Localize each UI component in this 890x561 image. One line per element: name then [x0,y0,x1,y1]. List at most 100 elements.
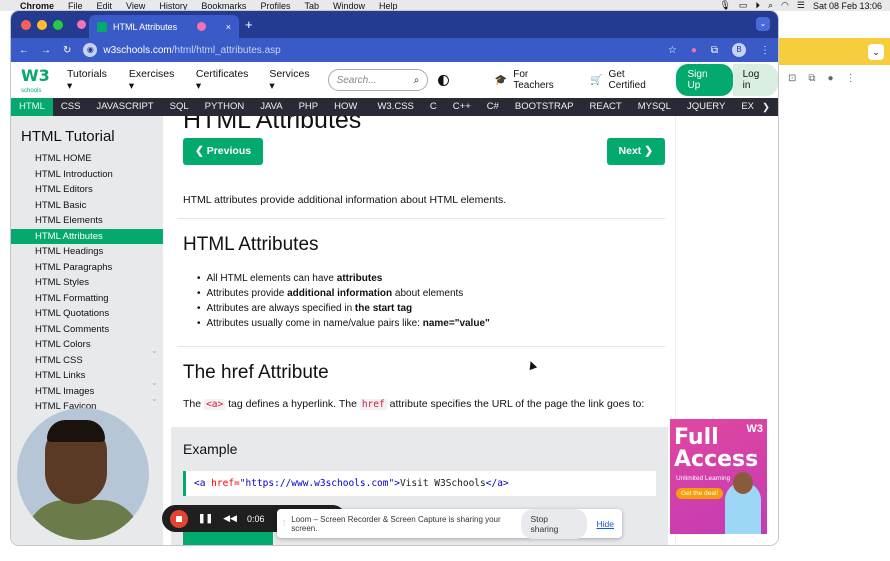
sidebar-item-links[interactable]: HTML Links [11,368,163,384]
tab-close-icon[interactable]: × [226,22,231,32]
screenshot-icon[interactable]: ⊡ [788,73,796,84]
menu-window[interactable]: Window [333,1,365,11]
bookmark-star-icon[interactable]: ☆ [668,45,677,56]
menu-bookmarks[interactable]: Bookmarks [201,1,246,11]
sidebar-item-basic[interactable]: HTML Basic [11,198,163,214]
stop-sharing-button[interactable]: Stop sharing [520,508,587,539]
chevron-down-icon[interactable]: ⌄ [151,378,158,387]
site-info-icon[interactable]: ◉ [83,43,98,57]
sidebar-item-quotations[interactable]: HTML Quotations [11,306,163,322]
url-field[interactable]: ◉ w3schools.com/html/html_attributes.asp [83,43,281,57]
lang-javascript[interactable]: JAVASCRIPT [88,98,161,116]
extension-icon[interactable]: ⧉ [808,73,815,84]
stop-recording-icon[interactable] [170,509,188,528]
lang-mysql[interactable]: MYSQL [630,98,679,116]
hide-link[interactable]: Hide [597,519,614,529]
drag-handle-icon[interactable]: ⁞ [283,519,285,528]
nav-services[interactable]: Services ▾ [269,68,313,92]
lang-python[interactable]: PYTHON [197,98,253,116]
lang-php[interactable]: PHP [291,98,327,116]
previous-button[interactable]: ❮ Previous [183,138,264,165]
menu-edit[interactable]: Edit [97,1,113,11]
menu-history[interactable]: History [159,1,187,11]
rewind-icon[interactable]: ◀◀ [223,513,237,524]
tab-search-icon[interactable]: ⌄ [756,17,770,31]
pause-icon[interactable]: ❚❚ [198,513,213,524]
lang-html[interactable]: HTML [11,98,53,116]
reload-icon[interactable]: ↻ [63,45,71,56]
search-icon[interactable]: ⌕ [768,0,773,11]
zoom-window-button[interactable] [53,19,63,30]
sidebar-item-editors[interactable]: HTML Editors [11,182,163,198]
menu-tab[interactable]: Tab [304,1,319,11]
search-input[interactable]: Search... ⌕ [327,69,429,91]
wifi-icon[interactable]: ◠ [781,0,789,11]
sidebar-item-home[interactable]: HTML HOME [11,151,163,167]
lang-howto[interactable]: HOW TO [326,98,369,130]
sign-up-button[interactable]: Sign Up [675,64,733,96]
app-name[interactable]: Chrome [20,1,54,11]
get-certified-link[interactable]: 🛒 Get Certified [590,69,659,91]
ad-cta-button[interactable]: Get the deal! [676,488,724,499]
menu-view[interactable]: View [126,1,145,11]
full-access-ad[interactable]: W3 Full Access Unlimited Learning Get th… [670,419,767,534]
forward-icon[interactable]: → [41,45,51,56]
lang-bootstrap[interactable]: BOOTSTRAP [507,98,582,116]
clock[interactable]: Sat 08 Feb 13:06 [813,1,882,11]
lang-excel[interactable]: EX [733,98,762,116]
nav-tutorials[interactable]: Tutorials ▾ [67,68,111,92]
play-icon[interactable]: ⏵ [755,0,760,11]
lang-java[interactable]: JAVA [252,98,290,116]
menu-profiles[interactable]: Profiles [260,1,290,11]
chevron-down-icon[interactable]: ⌄ [151,394,158,403]
nav-exercises[interactable]: Exercises ▾ [129,68,178,92]
sidebar-item-paragraphs[interactable]: HTML Paragraphs [11,260,163,276]
lang-react[interactable]: REACT [582,98,630,116]
pinned-tab-icon[interactable] [77,20,86,29]
more-menu-icon[interactable]: ⋮ [760,45,770,56]
more-icon[interactable]: ⋮ [846,73,856,84]
sidebar-item-headings[interactable]: HTML Headings [11,244,163,260]
sidebar-item-formatting[interactable]: HTML Formatting [11,291,163,307]
sidebar-item-colors[interactable]: HTML Colors [11,337,163,353]
search-icon[interactable]: ⌕ [414,75,420,86]
lang-css[interactable]: CSS [53,98,89,116]
back-icon[interactable]: ← [19,45,29,56]
webcam-bubble[interactable] [17,408,149,540]
sidebar-item-images[interactable]: HTML Images [11,384,163,400]
chevron-down-icon[interactable]: ⌄ [151,346,158,355]
minimize-window-button[interactable] [37,19,47,30]
sidebar-item-elements[interactable]: HTML Elements [11,213,163,229]
control-center-icon[interactable]: ☰ [797,0,805,11]
lang-c[interactable]: C [422,98,445,116]
next-button[interactable]: Next ❯ [606,138,665,165]
log-in-button[interactable]: Log in [732,64,778,96]
chevron-down-icon[interactable]: ⌄ [868,44,884,60]
nav-right-arrow-icon[interactable]: ❯ [762,102,778,113]
profile-icon[interactable]: ● [828,73,834,84]
menu-file[interactable]: File [68,1,83,11]
w3schools-logo[interactable]: W3 schools [21,66,50,94]
nav-certificates[interactable]: Certificates ▾ [196,68,251,92]
new-tab-button[interactable]: + [245,17,253,32]
lang-cpp[interactable]: C++ [445,98,479,116]
sidebar-item-comments[interactable]: HTML Comments [11,322,163,338]
lang-csharp[interactable]: C# [479,98,507,116]
menu-help[interactable]: Help [379,1,398,11]
sidebar-item-css[interactable]: HTML CSS [11,353,163,369]
dark-mode-toggle-icon[interactable] [438,74,449,86]
mic-icon[interactable]: 🎙 [719,0,730,11]
battery-icon[interactable]: ▭ [739,0,748,11]
loom-extension-icon[interactable]: ● [691,45,697,56]
sidebar-item-attributes[interactable]: HTML Attributes [11,228,163,244]
for-teachers-link[interactable]: 🎓 For Teachers [495,69,566,91]
close-window-button[interactable] [21,19,31,30]
sidebar-item-styles[interactable]: HTML Styles [11,275,163,291]
lang-w3css[interactable]: W3.CSS [369,98,421,116]
lang-sql[interactable]: SQL [162,98,197,116]
lang-jquery[interactable]: JQUERY [679,98,733,116]
extensions-icon[interactable]: ⧉ [711,45,718,56]
tab-html-attributes[interactable]: HTML Attributes × [89,15,239,38]
profile-avatar[interactable]: B [732,43,746,57]
sidebar-item-introduction[interactable]: HTML Introduction [11,167,163,183]
